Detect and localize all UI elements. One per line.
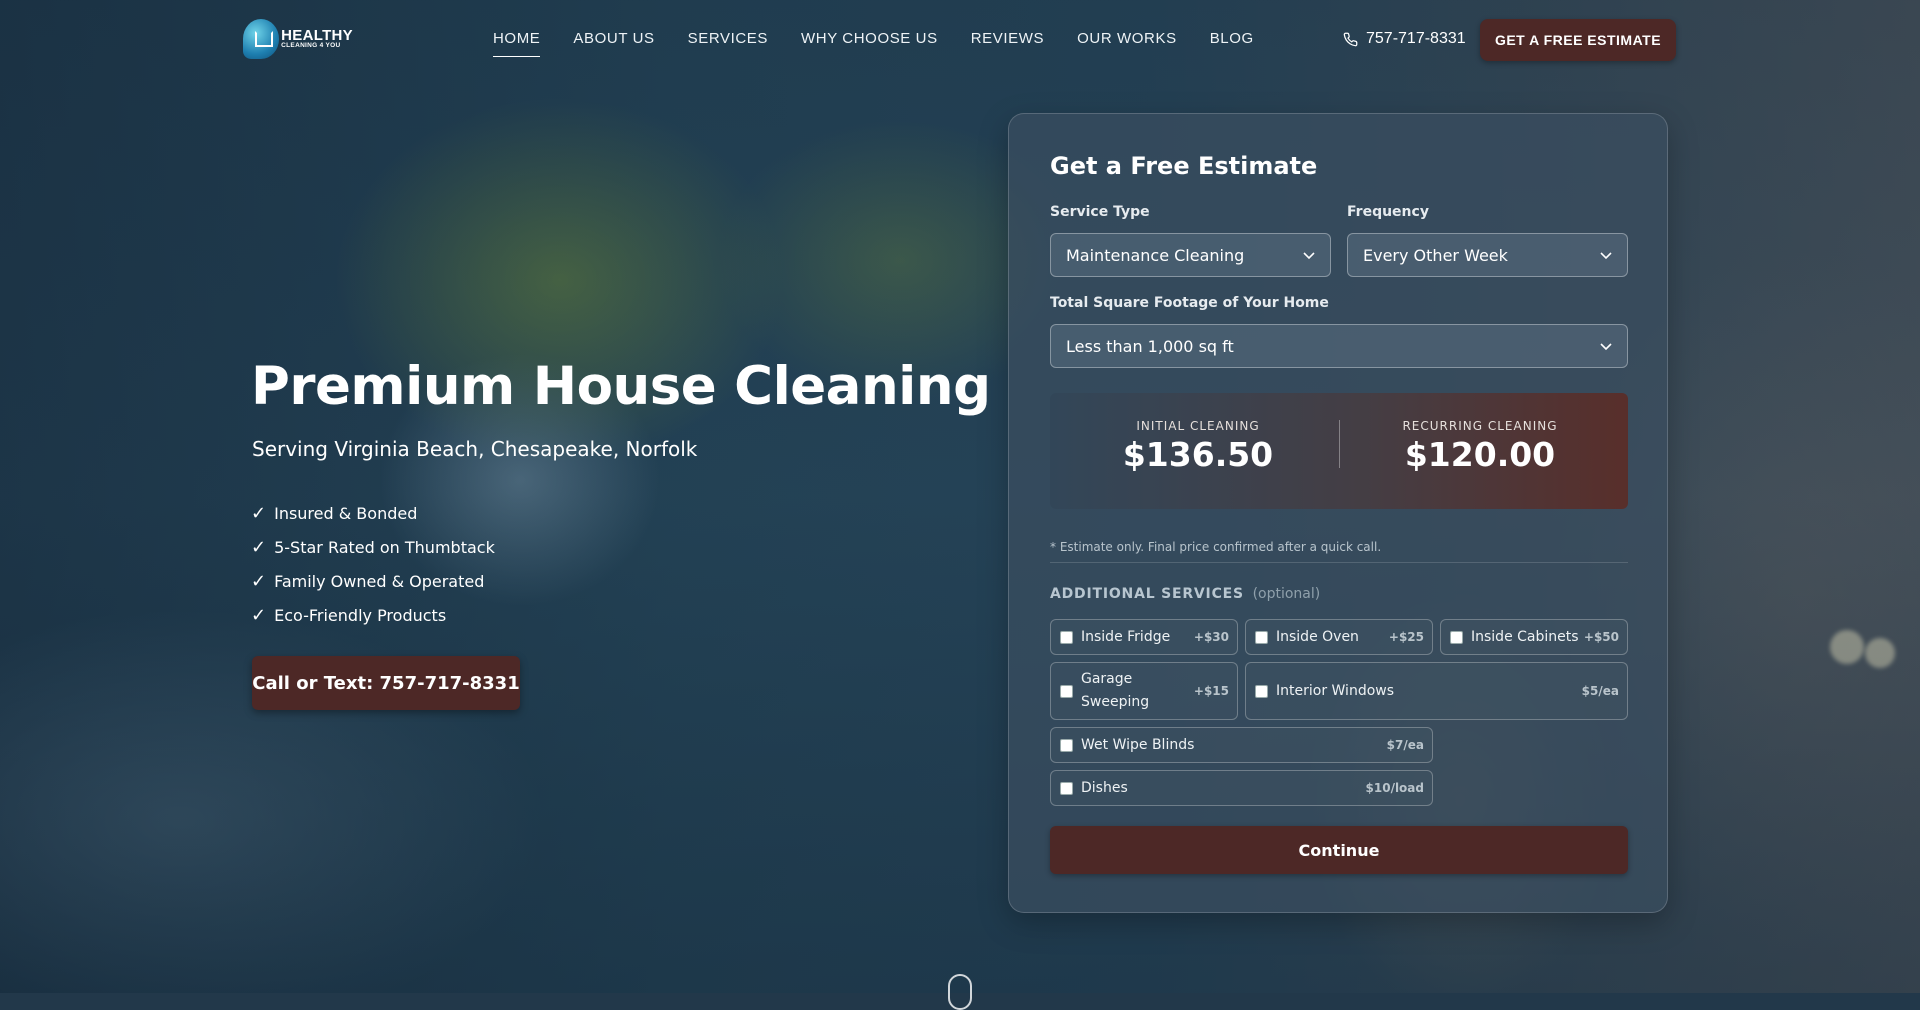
- nav-blog[interactable]: BLOG: [1210, 30, 1254, 57]
- scroll-down-indicator[interactable]: [948, 974, 972, 1010]
- chevron-down-icon: [1600, 343, 1612, 351]
- logo[interactable]: HEALTHY CLEANING 4 YOU: [243, 16, 353, 62]
- nav-reviews[interactable]: REVIEWS: [971, 30, 1044, 57]
- call-or-text-button[interactable]: Call or Text: 757-717-8331: [252, 656, 520, 710]
- main-nav: HOME ABOUT US SERVICES WHY CHOOSE US REV…: [493, 30, 1287, 57]
- divider: [1050, 562, 1628, 563]
- additional-services-heading: ADDITIONAL SERVICES (optional): [1050, 586, 1321, 602]
- hero-title: Premium House Cleaning: [251, 356, 991, 417]
- check-icon: ✓: [251, 570, 267, 592]
- feature-item: ✓ Insured & Bonded: [251, 502, 418, 524]
- logo-icon: [243, 19, 280, 59]
- checkbox[interactable]: [1255, 684, 1268, 698]
- site-header: HEALTHY CLEANING 4 YOU HOME ABOUT US SER…: [0, 0, 1920, 80]
- addon-inside-oven[interactable]: Inside Oven +$25: [1245, 619, 1433, 655]
- service-type-label: Service Type: [1050, 204, 1150, 220]
- addon-inside-cabinets[interactable]: Inside Cabinets +$50: [1440, 619, 1628, 655]
- checkbox[interactable]: [1060, 738, 1073, 752]
- addon-inside-fridge[interactable]: Inside Fridge +$30: [1050, 619, 1238, 655]
- price-summary: INITIAL CLEANING $136.50 RECURRING CLEAN…: [1050, 393, 1628, 509]
- check-icon: ✓: [251, 604, 267, 626]
- initial-cleaning-price: INITIAL CLEANING $136.50: [1068, 419, 1328, 474]
- nav-why-choose-us[interactable]: WHY CHOOSE US: [801, 30, 938, 57]
- estimate-form-card: Get a Free Estimate Service Type Mainten…: [1008, 113, 1668, 913]
- checkbox[interactable]: [1060, 630, 1073, 644]
- price-divider: [1339, 420, 1340, 468]
- square-footage-value: Less than 1,000 sq ft: [1066, 336, 1234, 356]
- service-type-value: Maintenance Cleaning: [1066, 245, 1245, 265]
- header-phone-link[interactable]: 757-717-8331: [1343, 30, 1466, 48]
- nav-services[interactable]: SERVICES: [688, 30, 768, 57]
- estimate-note: * Estimate only. Final price confirmed a…: [1050, 540, 1382, 554]
- hero-subtitle: Serving Virginia Beach, Chesapeake, Norf…: [252, 437, 698, 461]
- nav-home[interactable]: HOME: [493, 30, 541, 57]
- logo-subtitle: CLEANING 4 YOU: [281, 42, 341, 50]
- feature-list: ✓ Insured & Bonded ✓ 5-Star Rated on Thumb…: [251, 496, 495, 632]
- check-icon: ✓: [251, 536, 267, 558]
- frequency-select[interactable]: Every Other Week: [1347, 233, 1628, 277]
- header-phone-number: 757-717-8331: [1366, 30, 1466, 47]
- continue-button[interactable]: Continue: [1050, 826, 1628, 874]
- addon-dishes[interactable]: Dishes $10/load: [1050, 770, 1433, 806]
- chevron-down-icon: [1600, 252, 1612, 260]
- service-type-select[interactable]: Maintenance Cleaning: [1050, 233, 1331, 277]
- checkbox[interactable]: [1060, 781, 1073, 795]
- logo-title: HEALTHY: [281, 27, 353, 45]
- feature-item: ✓ Family Owned & Operated: [251, 570, 485, 592]
- addon-wet-wipe-blinds[interactable]: Wet Wipe Blinds $7/ea: [1050, 727, 1433, 763]
- square-footage-label: Total Square Footage of Your Home: [1050, 295, 1329, 311]
- checkbox[interactable]: [1450, 630, 1463, 644]
- initial-cleaning-label: INITIAL CLEANING: [1136, 419, 1260, 433]
- recurring-cleaning-label: RECURRING CLEANING: [1402, 419, 1558, 433]
- recurring-cleaning-price: RECURRING CLEANING $120.00: [1350, 419, 1610, 474]
- nav-about-us[interactable]: ABOUT US: [573, 30, 654, 57]
- recurring-cleaning-value: $120.00: [1404, 435, 1556, 474]
- estimate-title: Get a Free Estimate: [1050, 152, 1318, 180]
- feature-item: ✓ Eco-Friendly Products: [251, 604, 447, 626]
- checkbox[interactable]: [1060, 684, 1073, 698]
- square-footage-select[interactable]: Less than 1,000 sq ft: [1050, 324, 1628, 368]
- frequency-value: Every Other Week: [1363, 245, 1508, 265]
- feature-item: ✓ 5-Star Rated on Thumbtack: [251, 536, 495, 558]
- checkbox[interactable]: [1255, 630, 1268, 644]
- nav-our-works[interactable]: OUR WORKS: [1077, 30, 1177, 57]
- addon-garage-sweeping[interactable]: Garage Sweeping +$15: [1050, 662, 1238, 720]
- chevron-down-icon: [1303, 252, 1315, 260]
- check-icon: ✓: [251, 502, 267, 524]
- get-free-estimate-button[interactable]: GET A FREE ESTIMATE: [1480, 19, 1676, 61]
- initial-cleaning-value: $136.50: [1122, 435, 1274, 474]
- frequency-label: Frequency: [1347, 204, 1429, 220]
- addon-interior-windows[interactable]: Interior Windows $5/ea: [1245, 662, 1628, 720]
- phone-icon: [1343, 32, 1358, 46]
